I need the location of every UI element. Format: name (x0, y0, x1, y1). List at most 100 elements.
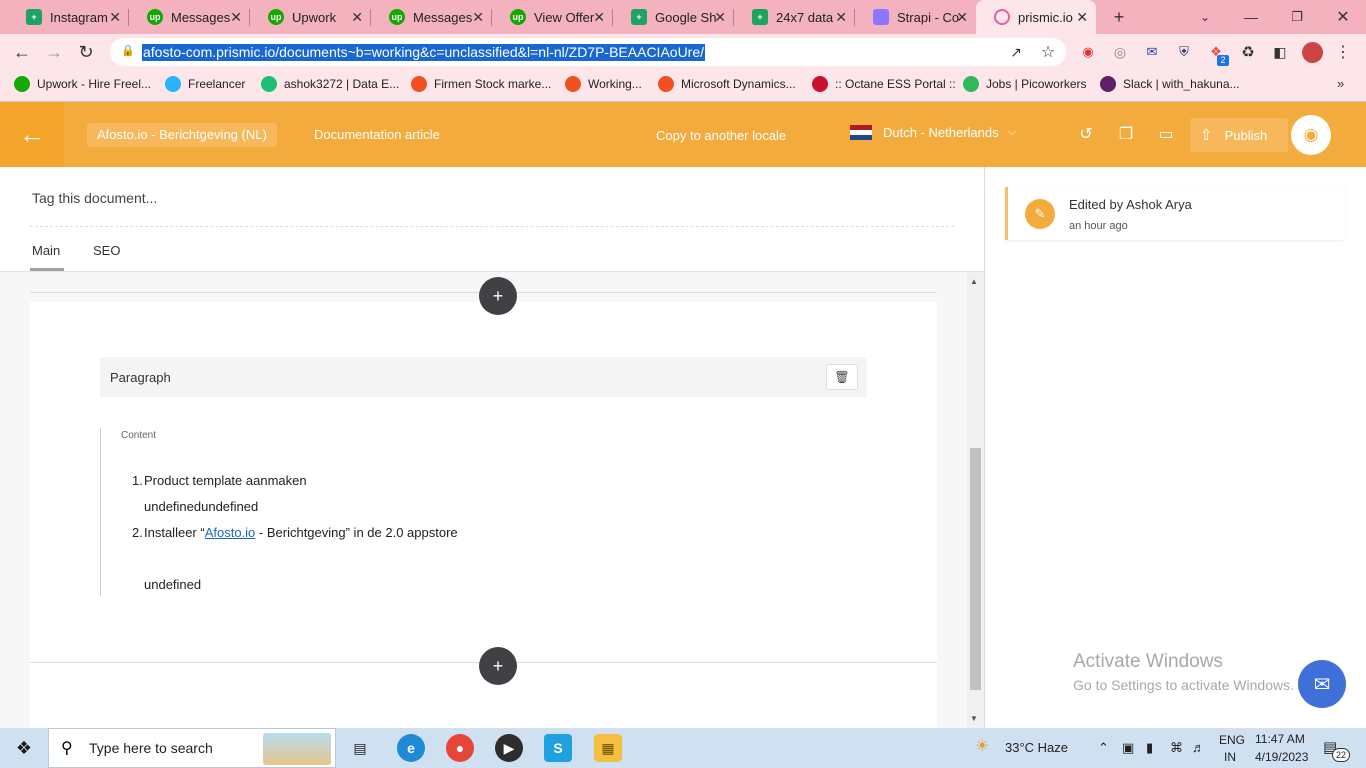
undefined-line-1[interactable]: undefinedundefined (144, 499, 258, 514)
tab-search-icon[interactable]: ⌄ (1194, 6, 1216, 28)
forward-icon[interactable]: → (43, 41, 65, 63)
reload-icon[interactable]: ↻ (75, 41, 97, 63)
shield-extension-icon[interactable]: ⛨ (1173, 41, 1195, 63)
sheets-icon: + (26, 9, 42, 25)
back-arrow-icon[interactable]: ← (0, 102, 64, 167)
bookmark-star-icon[interactable]: ☆ (1037, 41, 1059, 63)
bookmark-item[interactable]: Jobs | Picoworkers (963, 76, 1086, 92)
search-placeholder: Type here to search (89, 740, 213, 756)
share-icon[interactable]: ↗ (1005, 41, 1027, 63)
menu-kebab-icon[interactable]: ⋮ (1332, 41, 1354, 63)
tab-2[interactable]: up Upwork ✕ (250, 0, 371, 34)
delete-slice-trash-icon[interactable]: 🗑 (826, 364, 858, 390)
list-number-2: 2. (132, 525, 143, 540)
bookmark-item[interactable]: Microsoft Dynamics... (658, 76, 796, 92)
profile-avatar[interactable] (1302, 42, 1323, 63)
globe-extension-icon[interactable]: ◎ (1109, 41, 1131, 63)
pokeball-extension-icon[interactable]: ◉ (1077, 41, 1099, 63)
clock-date[interactable]: 4/19/2023 (1255, 750, 1308, 764)
bookmark-item[interactable]: Firmen Stock marke... (411, 76, 551, 92)
tab-6[interactable]: +24x7 data ✕ (734, 0, 855, 34)
window-close-icon[interactable]: ✕ (1332, 6, 1354, 28)
bookmark-item[interactable]: :: Octane ESS Portal :: (812, 76, 956, 92)
locale-selector[interactable]: Dutch - Netherlands ⌵ (850, 125, 1016, 140)
scroll-down-arrow-icon[interactable]: ▼ (970, 714, 978, 723)
weather-text[interactable]: 33°C Haze (1005, 740, 1068, 755)
windows-start-icon[interactable]: ❖ (0, 728, 48, 768)
extensions-puzzle-icon[interactable]: ♻ (1237, 41, 1259, 63)
tab-seo[interactable]: SEO (93, 243, 120, 258)
preview-eye-icon[interactable]: ◉ (1291, 115, 1331, 155)
repository-name[interactable]: Afosto.io - Berichtgeving (NL) (87, 123, 277, 147)
restore-icon[interactable]: ❐ (1286, 6, 1308, 28)
tab-7[interactable]: Strapi - Co ✕ (855, 0, 976, 34)
add-slice-plus-icon[interactable]: + (479, 277, 517, 315)
side-panel-icon[interactable]: ◧ (1269, 41, 1291, 63)
file-explorer-icon[interactable]: ▦ (594, 734, 622, 762)
bookmarks-overflow-icon[interactable]: » (1337, 76, 1344, 91)
list-item-1[interactable]: Product template aanmaken (144, 473, 307, 488)
battery-icon[interactable]: ▮ (1146, 740, 1153, 756)
back-icon[interactable]: ← (11, 41, 33, 63)
tab-1[interactable]: up Messages ✕ (129, 0, 250, 34)
history-entry[interactable] (1005, 187, 1345, 240)
tab-5[interactable]: + Google Sh ✕ (613, 0, 734, 34)
document-type: Documentation article (314, 127, 440, 142)
add-slice-plus-icon-bottom[interactable]: + (479, 647, 517, 685)
weather-icon[interactable]: ☀ (975, 736, 989, 756)
bookmark-item[interactable]: Working... (565, 76, 642, 92)
chrome-icon[interactable]: ● (446, 734, 474, 762)
minimize-icon[interactable]: — (1240, 6, 1262, 28)
bookmark-item[interactable]: Upwork - Hire Freel... (14, 76, 151, 92)
taskbar-search-box[interactable]: ⚲ Type here to search (48, 728, 336, 768)
tab-label: Strapi - Co (897, 9, 959, 25)
tab-3[interactable]: up Messages ✕ (371, 0, 492, 34)
afosto-link[interactable]: Afosto.io (205, 525, 256, 540)
undefined-line-2[interactable]: undefined (144, 577, 201, 592)
tab-main[interactable]: Main (32, 243, 60, 258)
tab-close-icon[interactable]: ✕ (1076, 9, 1088, 26)
history-icon[interactable]: ↺ (1076, 124, 1096, 144)
chat-support-icon[interactable]: ✉ (1298, 660, 1346, 708)
lock-icon[interactable]: 🔒 (121, 44, 135, 57)
editor-scrollbar-thumb[interactable] (970, 448, 981, 690)
wifi-icon[interactable]: ⌘ (1170, 740, 1183, 756)
url-text[interactable]: afosto-com.prismic.io/documents~b=workin… (142, 44, 706, 61)
edge-icon[interactable]: e (397, 734, 425, 762)
tab-label: Upwork (292, 9, 337, 25)
bookmark-item[interactable]: ashok3272 | Data E... (261, 76, 399, 92)
scroll-up-arrow-icon[interactable]: ▲ (970, 277, 978, 286)
tray-overflow-icon[interactable]: ⌃ (1098, 740, 1109, 756)
tab-close-icon[interactable]: ✕ (593, 9, 605, 26)
tag-input[interactable]: Tag this document... (32, 190, 157, 206)
tab-close-icon[interactable]: ✕ (956, 9, 968, 26)
netherlands-flag-icon (850, 125, 872, 140)
clock-time[interactable]: 11:47 AM (1255, 732, 1305, 746)
copy-to-locale-button[interactable]: Copy to another locale (656, 128, 786, 143)
mail-extension-icon[interactable]: ✉ (1141, 41, 1163, 63)
tab-4[interactable]: up View Offer ✕ (492, 0, 613, 34)
language-indicator[interactable]: ENG (1219, 733, 1245, 747)
task-view-icon[interactable]: ▤ (346, 734, 374, 762)
tab-close-icon[interactable]: ✕ (230, 9, 242, 26)
duplicate-icon[interactable]: ❐ (1116, 124, 1136, 144)
bookmark-item[interactable]: Freelancer (165, 76, 245, 92)
skype-icon[interactable]: S (544, 734, 572, 762)
archive-icon[interactable]: ▭ (1156, 124, 1176, 144)
tab-close-icon[interactable]: ✕ (472, 9, 484, 26)
bookmark-item[interactable]: Slack | with_hakuna... (1100, 76, 1240, 92)
tab-close-icon[interactable]: ✕ (351, 9, 363, 26)
meet-icon[interactable]: ▣ (1122, 740, 1134, 756)
tab-close-icon[interactable]: ✕ (109, 9, 121, 26)
volume-icon[interactable]: ♬ (1192, 740, 1205, 755)
new-tab-icon[interactable]: + (1108, 6, 1130, 28)
tab-8[interactable]: prismic.io ✕ (976, 0, 1096, 34)
list-item-2[interactable]: Installeer “Afosto.io - Berichtgeving” i… (144, 525, 458, 540)
tab-0[interactable]: + Instagram ✕ (8, 0, 129, 34)
tab-main-underline (30, 268, 64, 271)
input-region[interactable]: IN (1224, 750, 1236, 764)
media-player-icon[interactable]: ▶ (495, 734, 523, 762)
tab-close-icon[interactable]: ✕ (835, 9, 847, 26)
publish-button[interactable]: ⇧ Publish (1190, 118, 1288, 152)
tab-close-icon[interactable]: ✕ (714, 9, 726, 26)
